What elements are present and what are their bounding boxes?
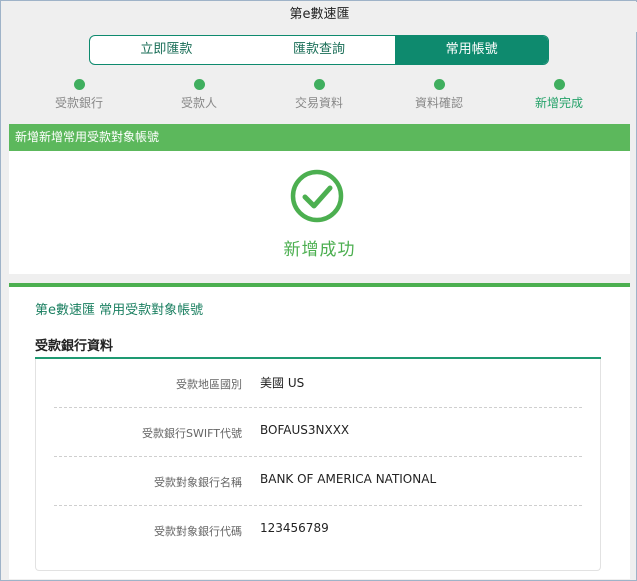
page-title: 第e數速匯 — [289, 7, 350, 22]
step-complete: 新增完成 — [509, 79, 609, 111]
detail-title: 第e數速匯 常用受款對象帳號 — [35, 303, 204, 318]
bank-info-card: 受款地區國別 美國 US 受款銀行SWIFT代號 BOFAUS3NXXX 受款對… — [35, 359, 601, 571]
banner-text: 新增新增常用受款對象帳號 — [15, 130, 160, 144]
success-panel: 新增成功 — [9, 151, 630, 274]
tab-bar: 立即匯款 匯款查詢 常用帳號 — [89, 35, 549, 65]
step-label: 新增完成 — [534, 96, 583, 110]
info-row-swift: 受款銀行SWIFT代號 BOFAUS3NXXX — [54, 408, 582, 457]
tab-remit-now[interactable]: 立即匯款 — [90, 36, 243, 64]
info-row-country: 受款地區國別 美國 US — [54, 359, 582, 408]
progress-steps: 受款銀行 受款人 交易資料 資料確認 新增完成 — [2, 71, 637, 121]
step-bank: 受款銀行 — [29, 79, 129, 111]
step-label: 交易資料 — [294, 96, 343, 110]
check-circle-icon — [290, 169, 344, 223]
field-label: 受款銀行SWIFT代號 — [142, 427, 242, 440]
step-label: 受款銀行 — [54, 96, 103, 110]
field-label: 受款對象銀行名稱 — [154, 476, 242, 489]
step-label: 受款人 — [180, 96, 217, 110]
app-frame: 第e數速匯 立即匯款 匯款查詢 常用帳號 受款銀行 受款人 交易資料 資料確認 … — [0, 0, 637, 581]
section-banner: 新增新增常用受款對象帳號 — [9, 124, 630, 151]
step-dot-icon — [433, 79, 445, 90]
field-value: BOFAUS3NXXX — [260, 423, 350, 437]
page-header: 第e數速匯 — [2, 2, 637, 32]
field-label: 受款地區國別 — [176, 378, 242, 391]
step-confirm: 資料確認 — [389, 79, 489, 111]
step-label: 資料確認 — [414, 96, 463, 110]
detail-panel: 第e數速匯 常用受款對象帳號 受款銀行資料 受款地區國別 美國 US 受款銀行S… — [9, 283, 630, 579]
field-value: BANK OF AMERICA NATIONAL — [260, 472, 437, 486]
success-message: 新增成功 — [283, 240, 356, 260]
step-dot-icon — [193, 79, 205, 90]
field-value: 美國 US — [260, 376, 305, 390]
field-label: 受款對象銀行代碼 — [154, 525, 242, 538]
tab-remit-query[interactable]: 匯款查詢 — [243, 36, 396, 64]
field-value: 123456789 — [260, 521, 329, 535]
step-transaction: 交易資料 — [269, 79, 369, 111]
step-dot-icon — [313, 79, 325, 90]
step-dot-icon — [73, 79, 85, 90]
tab-common-accounts[interactable]: 常用帳號 — [395, 36, 548, 64]
info-row-bank-code: 受款對象銀行代碼 123456789 — [54, 506, 582, 555]
info-row-bank-name: 受款對象銀行名稱 BANK OF AMERICA NATIONAL — [54, 457, 582, 506]
section-title: 受款銀行資料 — [35, 339, 114, 354]
step-dot-icon — [553, 79, 565, 90]
step-payee: 受款人 — [149, 79, 249, 111]
